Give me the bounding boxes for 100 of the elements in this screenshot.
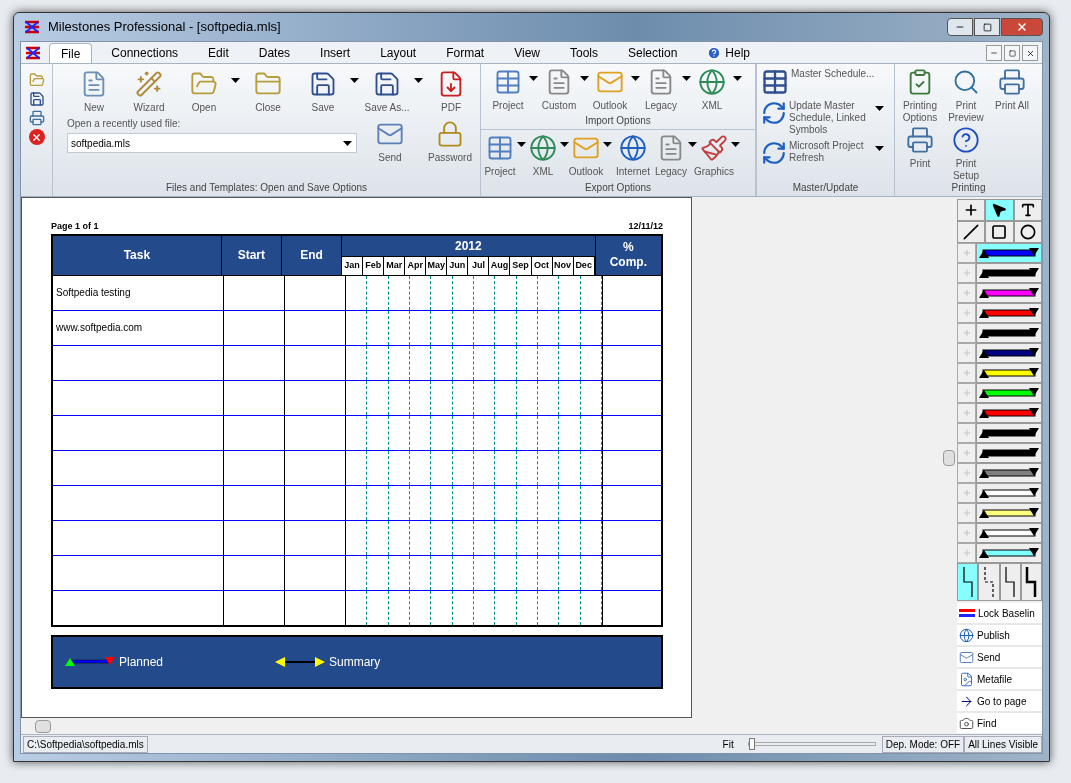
ribbon-button[interactable]: Legacy (640, 68, 691, 112)
add-icon (961, 548, 972, 558)
minimize-icon (990, 49, 998, 57)
ribbon-button[interactable]: Send (363, 120, 417, 164)
globe-icon (959, 627, 974, 643)
month-header: Mar (384, 255, 406, 275)
ribbon-button[interactable]: Save As... (360, 70, 423, 114)
caret-icon (414, 78, 423, 83)
ribbon-button[interactable]: Print All (989, 68, 1035, 124)
globe-icon (619, 134, 647, 162)
drawing-tool[interactable] (985, 199, 1014, 221)
menu-tab[interactable]: View (503, 43, 551, 63)
ribbon-button[interactable]: Print Preview (943, 68, 989, 124)
drawing-tool[interactable] (1013, 199, 1042, 221)
palette-action[interactable]: Find (957, 713, 1042, 733)
menu-tab[interactable]: Tools (558, 43, 609, 63)
ribbon-button[interactable]: PDF (424, 70, 478, 114)
menu-tab[interactable]: File (49, 43, 93, 63)
floppy-icon (373, 70, 401, 98)
drawing-tool[interactable] (957, 221, 986, 243)
schedule-icon (761, 68, 789, 96)
caret-icon (875, 106, 884, 111)
drawing-tool[interactable] (1013, 221, 1042, 243)
minimize-button[interactable] (986, 45, 1002, 61)
ribbon-button[interactable]: XML (691, 68, 742, 112)
ribbon-button[interactable]: Password (423, 120, 477, 164)
group-title: Export Options (583, 182, 653, 195)
ribbon-button[interactable]: Open (177, 70, 240, 114)
month-header: Apr (405, 255, 427, 275)
save-button[interactable] (28, 91, 45, 107)
caret-icon (343, 140, 352, 146)
year-header: 2012 (454, 237, 483, 255)
palette-action[interactable]: Metafile (957, 669, 1042, 689)
menu-tab[interactable]: Layout (369, 43, 428, 63)
master-button[interactable]: Microsoft Project Refresh (761, 140, 889, 166)
minimize-button[interactable] (947, 18, 973, 36)
column-header: Task (53, 235, 222, 275)
add-icon (961, 448, 972, 458)
connector-style-button[interactable] (1020, 563, 1042, 601)
close-button[interactable] (1022, 45, 1038, 61)
ribbon-button[interactable]: Custom (538, 68, 589, 112)
ribbon-button[interactable]: Print Setup (943, 126, 989, 182)
group-title: Master/Update (791, 182, 860, 195)
master-button[interactable]: Update Master Schedule, Linked Symbols (761, 100, 889, 136)
wand-icon (135, 70, 163, 98)
caret-icon (631, 76, 640, 81)
arrow-icon (959, 693, 974, 709)
menu-tab[interactable]: Insert (309, 43, 362, 63)
recent-file-combo[interactable]: softpedia.mls (67, 133, 357, 153)
dependency-mode: Dep. Mode: OFF (881, 735, 965, 753)
close-button[interactable] (1001, 18, 1043, 36)
caret-icon (603, 142, 612, 147)
menu-tab[interactable]: Selection (617, 43, 689, 63)
drawing-tool[interactable] (985, 221, 1014, 243)
task-cell-text: Softpedia testing (56, 286, 131, 300)
month-header: Jan (342, 255, 364, 275)
menu-tab[interactable]: Connections (100, 43, 190, 63)
ribbon-button[interactable]: Outlook (589, 68, 640, 112)
legend-label: Planned (119, 653, 164, 671)
month-header: Aug (489, 255, 511, 275)
drawing-tool[interactable] (957, 199, 986, 221)
palette-action[interactable]: Lock Baselin (957, 603, 1042, 623)
ribbon-button[interactable]: Internet (612, 134, 654, 178)
legend-label: Summary (329, 653, 381, 671)
print-button[interactable] (28, 110, 45, 126)
ribbon-button[interactable]: Printing Options (897, 68, 943, 124)
exit-button[interactable] (28, 129, 45, 145)
caret-icon (682, 76, 691, 81)
ribbon-button[interactable]: Project (483, 134, 526, 178)
ribbon-button[interactable]: XML (526, 134, 569, 178)
ribbon-button[interactable]: Wizard (122, 70, 176, 114)
legend-bar-icon (275, 655, 325, 668)
restore-icon (1008, 49, 1016, 57)
palette-action[interactable]: Go to page (957, 691, 1042, 711)
ribbon-button[interactable]: Print (897, 126, 943, 182)
printer-icon (906, 126, 934, 154)
palette-action[interactable]: Publish (957, 625, 1042, 645)
menu-tab[interactable]: Edit (197, 43, 240, 63)
zoom-thumb[interactable] (748, 738, 755, 750)
add-icon (961, 468, 972, 478)
caret-icon (350, 78, 359, 83)
recent-file-label: Open a recently used file: (67, 117, 182, 131)
maximize-button[interactable] (974, 18, 1000, 36)
ribbon-button[interactable]: Project (487, 68, 538, 112)
menu-tab[interactable]: Dates (247, 43, 302, 63)
palette-action[interactable]: Send (957, 647, 1042, 667)
menu-tab[interactable]: Help (696, 43, 762, 63)
close-icon (1025, 48, 1035, 58)
ribbon-button[interactable]: Outlook (569, 134, 612, 178)
caret-icon (688, 142, 697, 147)
ribbon-button[interactable]: Save (296, 70, 359, 114)
menu-tab[interactable]: Format (435, 43, 496, 63)
image-file-icon (959, 671, 974, 687)
zoom-label: Fit (722, 737, 734, 752)
master-button[interactable]: Master Schedule... (761, 68, 889, 96)
ribbon-button[interactable]: New (67, 70, 121, 114)
brush-icon (700, 134, 728, 162)
ribbon-button[interactable]: Close (241, 70, 295, 114)
camera-icon (959, 715, 974, 731)
window-title: Milestones Professional - [softpedia.mls] (48, 18, 281, 37)
